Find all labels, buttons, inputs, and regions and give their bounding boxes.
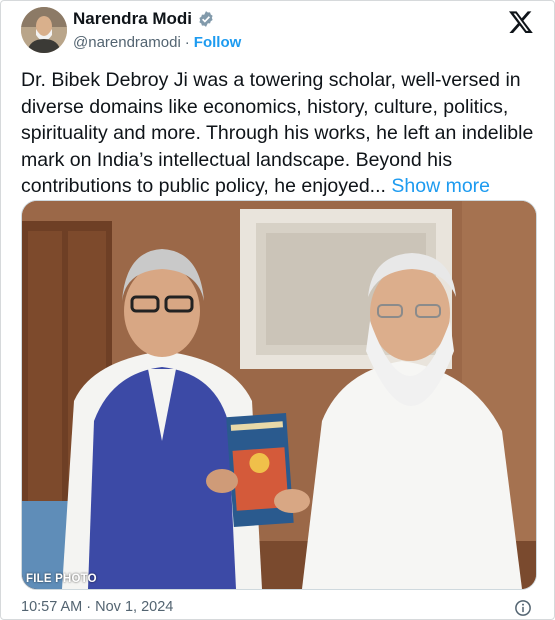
photo-label: FILE PHOTO [26,573,97,585]
timestamp[interactable]: 10:57 AM · Nov 1, 2024 [21,599,173,615]
author-name-row: Narendra Modi [73,9,215,29]
separator-dot: · [184,34,190,51]
show-more-link[interactable]: Show more [391,175,490,197]
author-name[interactable]: Narendra Modi [73,9,192,29]
verified-badge-icon [199,11,213,27]
tweet-text: Dr. Bibek Debroy Ji was a towering schol… [21,67,539,200]
tweet-card: Narendra Modi @narendramodi · Follow Dr.… [0,0,555,620]
photo-illustration [22,201,536,589]
x-logo-icon[interactable] [508,9,534,35]
author-handle-row: @narendramodi · Follow [73,34,241,51]
info-icon[interactable] [514,599,532,617]
tweet-photo[interactable]: FILE PHOTO [21,200,537,590]
author-handle[interactable]: @narendramodi [73,34,181,51]
follow-button[interactable]: Follow [194,34,242,51]
avatar[interactable] [21,7,67,53]
